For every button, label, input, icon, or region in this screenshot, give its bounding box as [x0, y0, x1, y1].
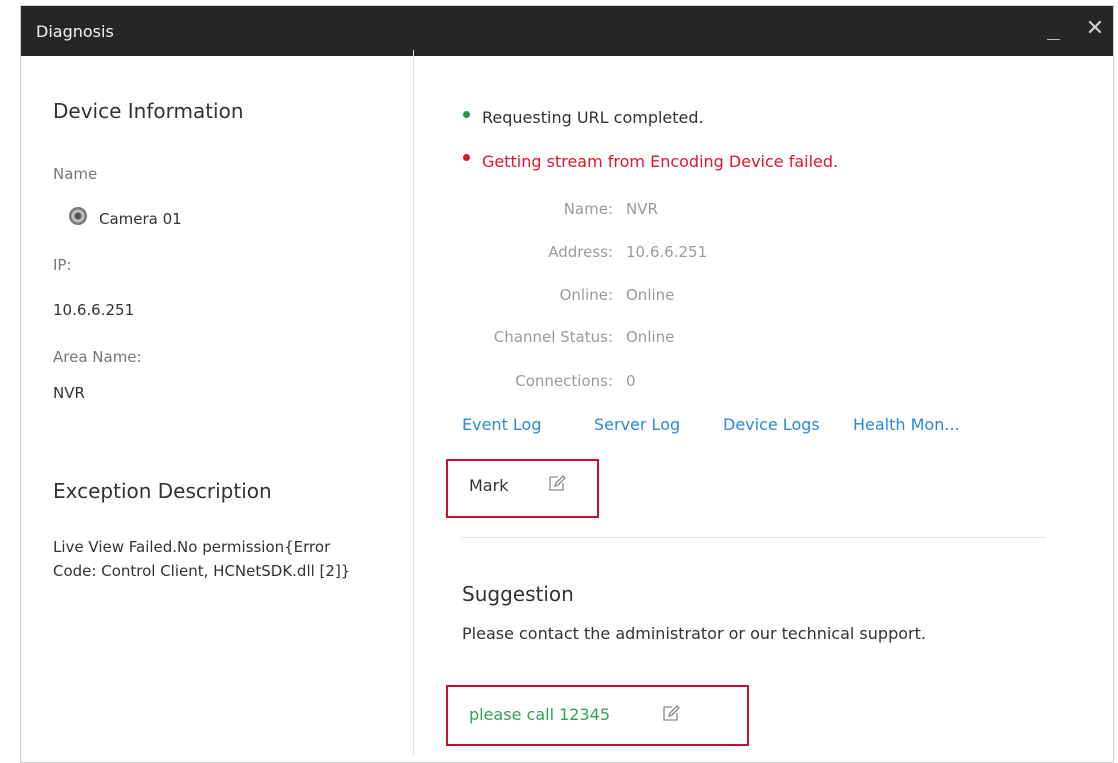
- detail-connections-value: 0: [626, 372, 636, 390]
- ip-label: IP:: [53, 256, 72, 274]
- detail-connections-label: Connections:: [515, 372, 613, 390]
- left-panel: [21, 50, 414, 756]
- mark-label: Mark: [469, 476, 509, 495]
- custom-suggestion-note: please call 12345: [469, 705, 610, 724]
- area-name-value: NVR: [53, 384, 85, 402]
- window-title: Diagnosis: [36, 22, 114, 41]
- detail-online-value: Online: [626, 286, 675, 304]
- ip-value: 10.6.6.251: [53, 301, 135, 319]
- mark-edit-icon[interactable]: [548, 474, 566, 492]
- suggestion-text: Please contact the administrator or our …: [462, 624, 926, 643]
- suggestion-heading: Suggestion: [462, 582, 574, 606]
- detail-online-label: Online:: [559, 286, 613, 304]
- device-information-heading: Device Information: [53, 99, 244, 123]
- minimize-icon[interactable]: [1035, 6, 1071, 56]
- server-log-link[interactable]: Server Log: [594, 415, 680, 434]
- exception-description-text: Live View Failed.No permission{Error Cod…: [53, 538, 351, 580]
- health-monitor-link[interactable]: Health Mon...: [853, 415, 960, 434]
- suggestion-edit-icon[interactable]: [662, 704, 680, 722]
- detail-channel-status-value: Online: [626, 328, 675, 346]
- close-icon[interactable]: ✕: [1077, 6, 1113, 56]
- area-name-label: Area Name:: [53, 348, 142, 366]
- status-fail-text: Getting stream from Encoding Device fail…: [482, 152, 839, 171]
- event-log-link[interactable]: Event Log: [462, 415, 542, 434]
- detail-name-label: Name:: [563, 200, 613, 218]
- section-divider: [461, 537, 1046, 538]
- detail-name-value: NVR: [626, 200, 658, 218]
- error-dot-icon: [463, 154, 470, 161]
- exception-description-heading: Exception Description: [53, 479, 272, 503]
- status-ok-text: Requesting URL completed.: [482, 108, 704, 127]
- camera-name: Camera 01: [99, 210, 182, 228]
- detail-address-value: 10.6.6.251: [626, 243, 708, 261]
- device-logs-link[interactable]: Device Logs: [723, 415, 820, 434]
- success-dot-icon: [463, 111, 470, 118]
- name-label: Name: [53, 165, 98, 183]
- title-bar: Diagnosis ✕: [21, 6, 1113, 56]
- camera-icon: [69, 207, 87, 225]
- detail-channel-status-label: Channel Status:: [493, 328, 613, 346]
- detail-address-label: Address:: [548, 243, 613, 261]
